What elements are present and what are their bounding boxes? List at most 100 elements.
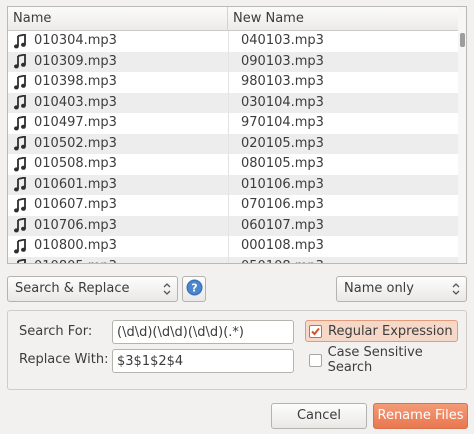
music-note-icon (13, 54, 26, 70)
search-input[interactable] (112, 320, 294, 344)
column-divider (228, 133, 229, 154)
updown-arrows-icon (163, 281, 171, 297)
column-divider (228, 215, 229, 236)
column-divider (228, 236, 229, 257)
replace-input[interactable] (112, 349, 294, 373)
list-item[interactable]: 010607.mp3 070106.mp3 (8, 195, 460, 216)
file-name-cell: 010607.mp3 (13, 195, 223, 216)
column-divider (228, 256, 229, 263)
music-note-icon (13, 197, 26, 213)
list-item[interactable]: 010601.mp3 010106.mp3 (8, 174, 460, 195)
column-divider (228, 92, 229, 113)
checkbox-box (309, 324, 322, 338)
file-name-cell: 010497.mp3 (13, 113, 223, 134)
list-item[interactable]: 010502.mp3 020105.mp3 (8, 133, 460, 155)
list-item[interactable]: 010805.mp3 050108.mp3 (8, 256, 460, 264)
file-name: 010508.mp3 (34, 156, 117, 171)
file-name: 010304.mp3 (34, 33, 117, 48)
replace-label: Replace With: (19, 352, 109, 367)
new-file-name: 010106.mp3 (241, 176, 324, 192)
rename-files-button[interactable]: Rename Files (373, 403, 468, 429)
file-name: 010502.mp3 (34, 135, 117, 151)
options-panel: Search For: Replace With: Regular Expres… (7, 310, 467, 390)
list-item[interactable]: 010304.mp3 040103.mp3 (8, 31, 460, 52)
music-note-icon (13, 95, 26, 111)
checkmark-icon (311, 327, 320, 335)
new-file-name: 020105.mp3 (241, 135, 324, 151)
list-item[interactable]: 010508.mp3 080105.mp3 (8, 154, 460, 175)
music-note-icon (13, 33, 26, 49)
search-label: Search For: (19, 324, 93, 339)
file-name: 010706.mp3 (34, 217, 117, 233)
file-rows: 010304.mp3 040103.mp3 010309.mp3 090103.mp3… (8, 31, 460, 264)
file-name: 010309.mp3 (34, 53, 117, 69)
file-name-cell: 010706.mp3 (13, 216, 223, 237)
music-note-icon (13, 74, 26, 90)
column-divider (228, 174, 229, 195)
new-file-name: 090103.mp3 (241, 53, 324, 69)
new-file-name: 070106.mp3 (241, 197, 324, 212)
list-item[interactable]: 010800.mp3 000108.mp3 (8, 236, 460, 257)
new-file-name: 030104.mp3 (241, 94, 324, 110)
svg-text:?: ? (191, 281, 197, 294)
scrollbar-thumb[interactable] (460, 33, 465, 47)
help-icon: ? (186, 279, 203, 300)
file-name-cell: 010304.mp3 (13, 31, 223, 52)
regex-checkbox[interactable]: Regular Expression (305, 320, 458, 342)
file-name: 010805.mp3 (34, 257, 117, 264)
music-note-icon (13, 238, 26, 254)
regex-label: Regular Expression (328, 323, 453, 339)
new-file-name: 000108.mp3 (241, 238, 324, 253)
new-file-name: 980103.mp3 (241, 74, 324, 89)
list-header: Name New Name (8, 7, 466, 31)
mode-select-value: Search & Replace (15, 281, 130, 296)
music-note-icon (13, 156, 26, 172)
help-button[interactable]: ? (182, 276, 206, 302)
case-sensitive-label: Case Sensitive Search (327, 345, 423, 375)
music-note-icon (13, 136, 26, 152)
new-file-name: 080105.mp3 (241, 156, 324, 171)
new-file-name: 060107.mp3 (241, 217, 324, 233)
list-item[interactable]: 010403.mp3 030104.mp3 (8, 92, 460, 114)
file-name: 010800.mp3 (34, 238, 117, 253)
new-file-name: 040103.mp3 (241, 33, 324, 48)
column-header-new-name[interactable]: New Name (228, 7, 460, 31)
column-divider (228, 31, 229, 52)
updown-arrows-icon (452, 281, 460, 297)
column-divider (228, 154, 229, 175)
file-name: 010497.mp3 (34, 115, 117, 130)
column-divider (228, 72, 229, 93)
list-item[interactable]: 010398.mp3 980103.mp3 (8, 72, 460, 93)
file-name: 010601.mp3 (34, 176, 117, 192)
column-header-name[interactable]: Name (8, 7, 228, 31)
file-name: 010607.mp3 (34, 197, 117, 212)
new-file-name: 970104.mp3 (241, 115, 324, 130)
list-item[interactable]: 010706.mp3 060107.mp3 (8, 215, 460, 237)
file-name-cell: 010508.mp3 (13, 154, 223, 175)
checkbox-box (309, 353, 322, 367)
scope-select[interactable]: Name only (336, 276, 467, 302)
file-name: 010398.mp3 (34, 74, 117, 89)
file-name-cell: 010403.mp3 (13, 93, 223, 114)
music-note-icon (13, 115, 26, 131)
list-item[interactable]: 010497.mp3 970104.mp3 (8, 113, 460, 134)
file-name-cell: 010800.mp3 (13, 236, 223, 257)
column-divider (228, 195, 229, 216)
column-divider (228, 113, 229, 134)
vertical-scrollbar[interactable] (458, 7, 466, 263)
list-item[interactable]: 010309.mp3 090103.mp3 (8, 51, 460, 73)
music-note-icon (13, 218, 26, 234)
column-divider (228, 51, 229, 72)
music-note-icon (13, 177, 26, 193)
file-name-cell: 010398.mp3 (13, 72, 223, 93)
file-name-cell: 010309.mp3 (13, 52, 223, 73)
music-note-icon (13, 259, 26, 263)
file-name-cell: 010502.mp3 (13, 134, 223, 155)
scope-select-value: Name only (344, 281, 414, 296)
file-name-cell: 010805.mp3 (13, 257, 223, 264)
case-sensitive-checkbox[interactable]: Case Sensitive Search (309, 345, 466, 375)
mode-select[interactable]: Search & Replace (7, 276, 178, 302)
cancel-button[interactable]: Cancel (271, 403, 367, 429)
file-name: 010403.mp3 (34, 94, 117, 110)
file-list[interactable]: Name New Name 010304.mp3 040103.mp3 010309… (7, 6, 467, 264)
